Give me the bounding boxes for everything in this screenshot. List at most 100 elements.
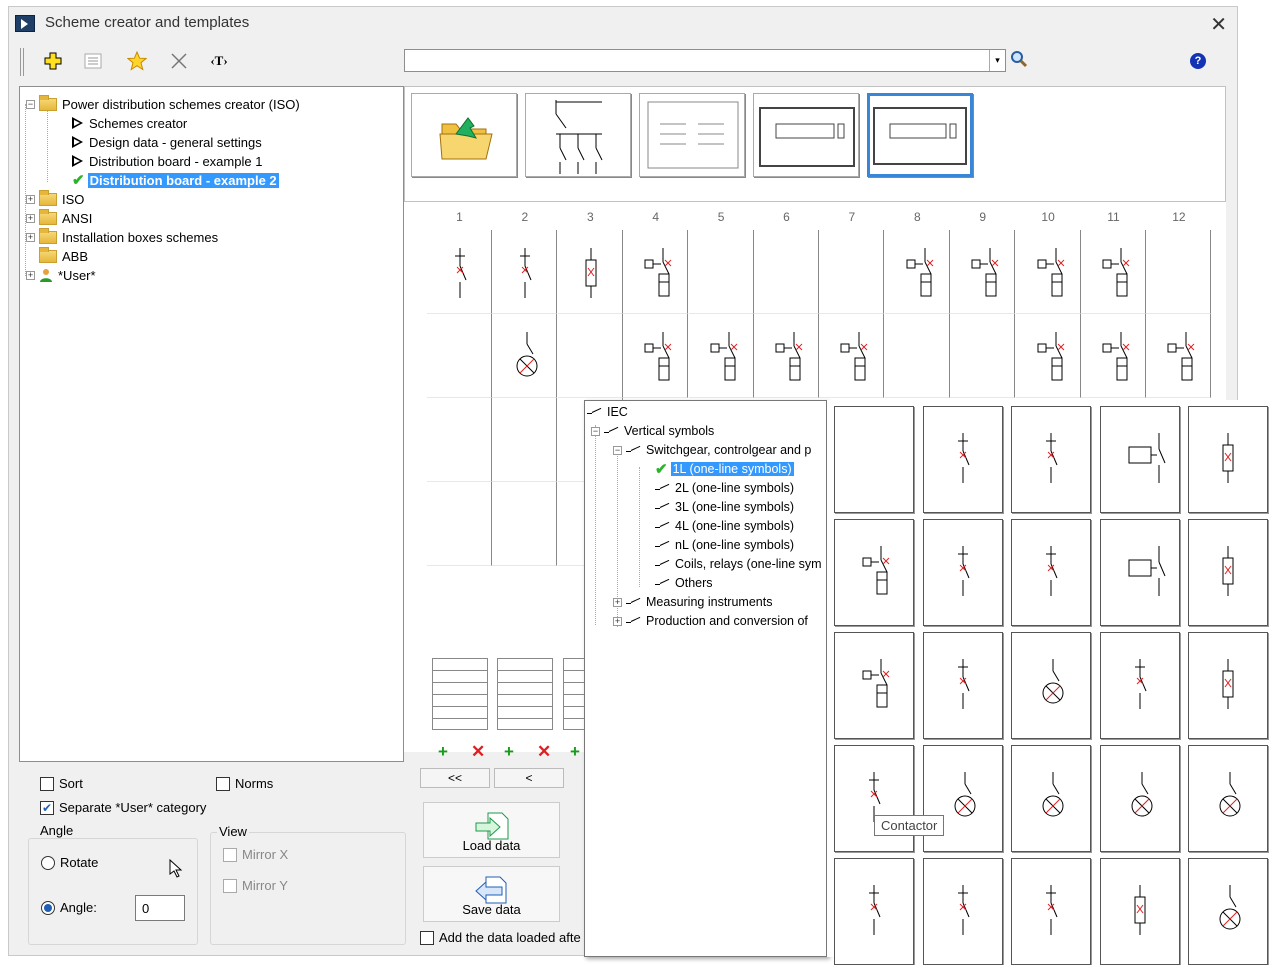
norms-checkbox[interactable]: Norms <box>216 776 273 791</box>
grid-cell[interactable] <box>1146 314 1212 398</box>
palette-symbol[interactable] <box>922 519 1003 626</box>
tree-item-schemes-creator[interactable]: Schemes creator <box>72 114 187 132</box>
popup-item-coils[interactable]: Coils, relays (one-line sym <box>655 555 827 573</box>
palette-symbol[interactable] <box>1011 632 1091 739</box>
add-icon[interactable] <box>42 50 64 72</box>
grid-cell[interactable] <box>427 398 492 482</box>
close-button[interactable]: ✕ <box>1210 12 1227 37</box>
grid-cell[interactable] <box>1146 230 1212 314</box>
grid-cell[interactable] <box>492 398 558 482</box>
grid-cell[interactable] <box>623 230 689 314</box>
mirror-y-checkbox[interactable]: Mirror Y <box>223 878 288 893</box>
palette-symbol[interactable] <box>1099 519 1180 626</box>
palette-symbol[interactable] <box>1188 632 1268 739</box>
popup-item-switchgear[interactable]: − Switchgear, controlgear and p <box>613 441 827 459</box>
grid-cell[interactable] <box>754 314 819 398</box>
tree-item-root[interactable]: − Power distribution schemes creator (IS… <box>26 94 300 113</box>
collapse-icon[interactable]: − <box>613 445 622 455</box>
grid-cell[interactable] <box>950 230 1016 314</box>
favorite-star-icon[interactable] <box>126 50 148 72</box>
palette-symbol[interactable] <box>922 632 1003 739</box>
palette-symbol[interactable] <box>834 519 914 626</box>
checkbox-box[interactable] <box>223 878 237 893</box>
angle-input[interactable] <box>135 895 185 921</box>
remove-row-icon[interactable]: ✕ <box>471 742 485 762</box>
board-thumbnail-selected[interactable] <box>867 93 973 177</box>
grid-cell[interactable] <box>884 314 950 398</box>
palette-symbol[interactable] <box>1011 858 1091 965</box>
popup-item-4l[interactable]: 4L (one-line symbols) <box>655 517 794 535</box>
first-page-button[interactable]: << <box>420 768 490 788</box>
sort-checkbox[interactable]: Sort <box>40 776 83 791</box>
add-row-icon[interactable]: + <box>504 742 514 762</box>
grid-cell[interactable] <box>427 482 492 566</box>
grid-cell[interactable] <box>492 314 558 398</box>
collapse-icon[interactable]: − <box>26 99 35 109</box>
remove-row-icon[interactable]: ✕ <box>537 742 551 762</box>
tree-item-user[interactable]: + *User* <box>26 266 96 284</box>
text-tag-icon[interactable]: ‹T› <box>208 50 230 72</box>
grid-cell[interactable] <box>950 314 1016 398</box>
search-icon[interactable] <box>1010 50 1028 73</box>
palette-symbol[interactable] <box>1099 858 1180 965</box>
expand-icon[interactable]: + <box>26 213 35 223</box>
popup-item-2l[interactable]: 2L (one-line symbols) <box>655 479 794 497</box>
radio-circle-selected[interactable] <box>41 900 55 915</box>
grid-cell[interactable] <box>623 314 689 398</box>
grid-cell[interactable] <box>492 230 558 314</box>
tree-item-ansi[interactable]: + ANSI <box>26 208 92 227</box>
palette-symbol[interactable] <box>1011 519 1091 626</box>
grid-cell[interactable] <box>688 230 754 314</box>
tree-item-example-2[interactable]: ✔ Distribution board - example 2 <box>72 171 279 189</box>
radio-circle[interactable] <box>41 855 55 870</box>
palette-symbol[interactable] <box>1099 745 1180 852</box>
checkbox-box[interactable] <box>420 930 434 945</box>
checkbox-box-checked[interactable]: ✔ <box>40 800 54 815</box>
palette-symbol[interactable] <box>834 632 914 739</box>
palette-symbol[interactable] <box>922 858 1003 965</box>
tree-item-installation-boxes[interactable]: + Installation boxes schemes <box>26 227 218 246</box>
expand-icon[interactable]: + <box>26 194 35 204</box>
board-thumbnail[interactable] <box>753 93 859 177</box>
help-icon[interactable]: ? <box>1190 53 1206 69</box>
tree-item-example-1[interactable]: Distribution board - example 1 <box>72 152 262 170</box>
palette-symbol[interactable] <box>1188 406 1268 513</box>
palette-symbol[interactable] <box>1188 519 1268 626</box>
mirror-x-checkbox[interactable]: Mirror X <box>223 847 288 862</box>
tree-item-iso[interactable]: + ISO <box>26 189 84 208</box>
popup-item-iec[interactable]: IEC <box>587 403 628 421</box>
palette-symbol[interactable] <box>1099 406 1180 513</box>
delete-icon[interactable] <box>168 50 190 72</box>
load-data-button[interactable]: Load data <box>423 802 560 858</box>
palette-symbol[interactable] <box>834 858 914 965</box>
add-loaded-checkbox[interactable]: Add the data loaded afte <box>420 930 581 945</box>
grid-cell[interactable] <box>884 230 950 314</box>
grid-cell[interactable] <box>819 314 885 398</box>
checkbox-box[interactable] <box>223 847 237 862</box>
grid-cell[interactable] <box>557 314 623 398</box>
tree-item-design-data[interactable]: Design data - general settings <box>72 133 262 151</box>
checkbox-box[interactable] <box>40 776 54 791</box>
search-input[interactable]: ▾ <box>404 49 1006 72</box>
grid-cell[interactable] <box>492 482 558 566</box>
palette-symbol[interactable] <box>1099 632 1180 739</box>
separate-user-checkbox[interactable]: ✔ Separate *User* category <box>40 800 206 815</box>
popup-item-nl[interactable]: nL (one-line symbols) <box>655 536 794 554</box>
palette-symbol[interactable] <box>1188 858 1268 965</box>
tree-item-abb[interactable]: ABB <box>39 246 88 265</box>
table-thumbnail[interactable] <box>639 93 745 177</box>
properties-icon[interactable] <box>82 50 104 72</box>
grid-cell[interactable] <box>1081 314 1146 398</box>
collapse-icon[interactable]: − <box>591 426 600 436</box>
add-row-icon[interactable]: + <box>570 742 580 762</box>
expand-icon[interactable]: + <box>26 232 35 242</box>
grid-cell[interactable] <box>688 314 754 398</box>
search-dropdown-button[interactable]: ▾ <box>989 50 1005 71</box>
grid-cell[interactable] <box>427 230 492 314</box>
add-row-icon[interactable]: + <box>438 742 448 762</box>
popup-item-others[interactable]: Others <box>655 574 713 592</box>
save-data-button[interactable]: Save data <box>423 866 560 922</box>
popup-item-vertical[interactable]: − Vertical symbols <box>591 422 714 440</box>
palette-symbol[interactable] <box>1188 745 1268 852</box>
grid-cell[interactable] <box>754 230 819 314</box>
